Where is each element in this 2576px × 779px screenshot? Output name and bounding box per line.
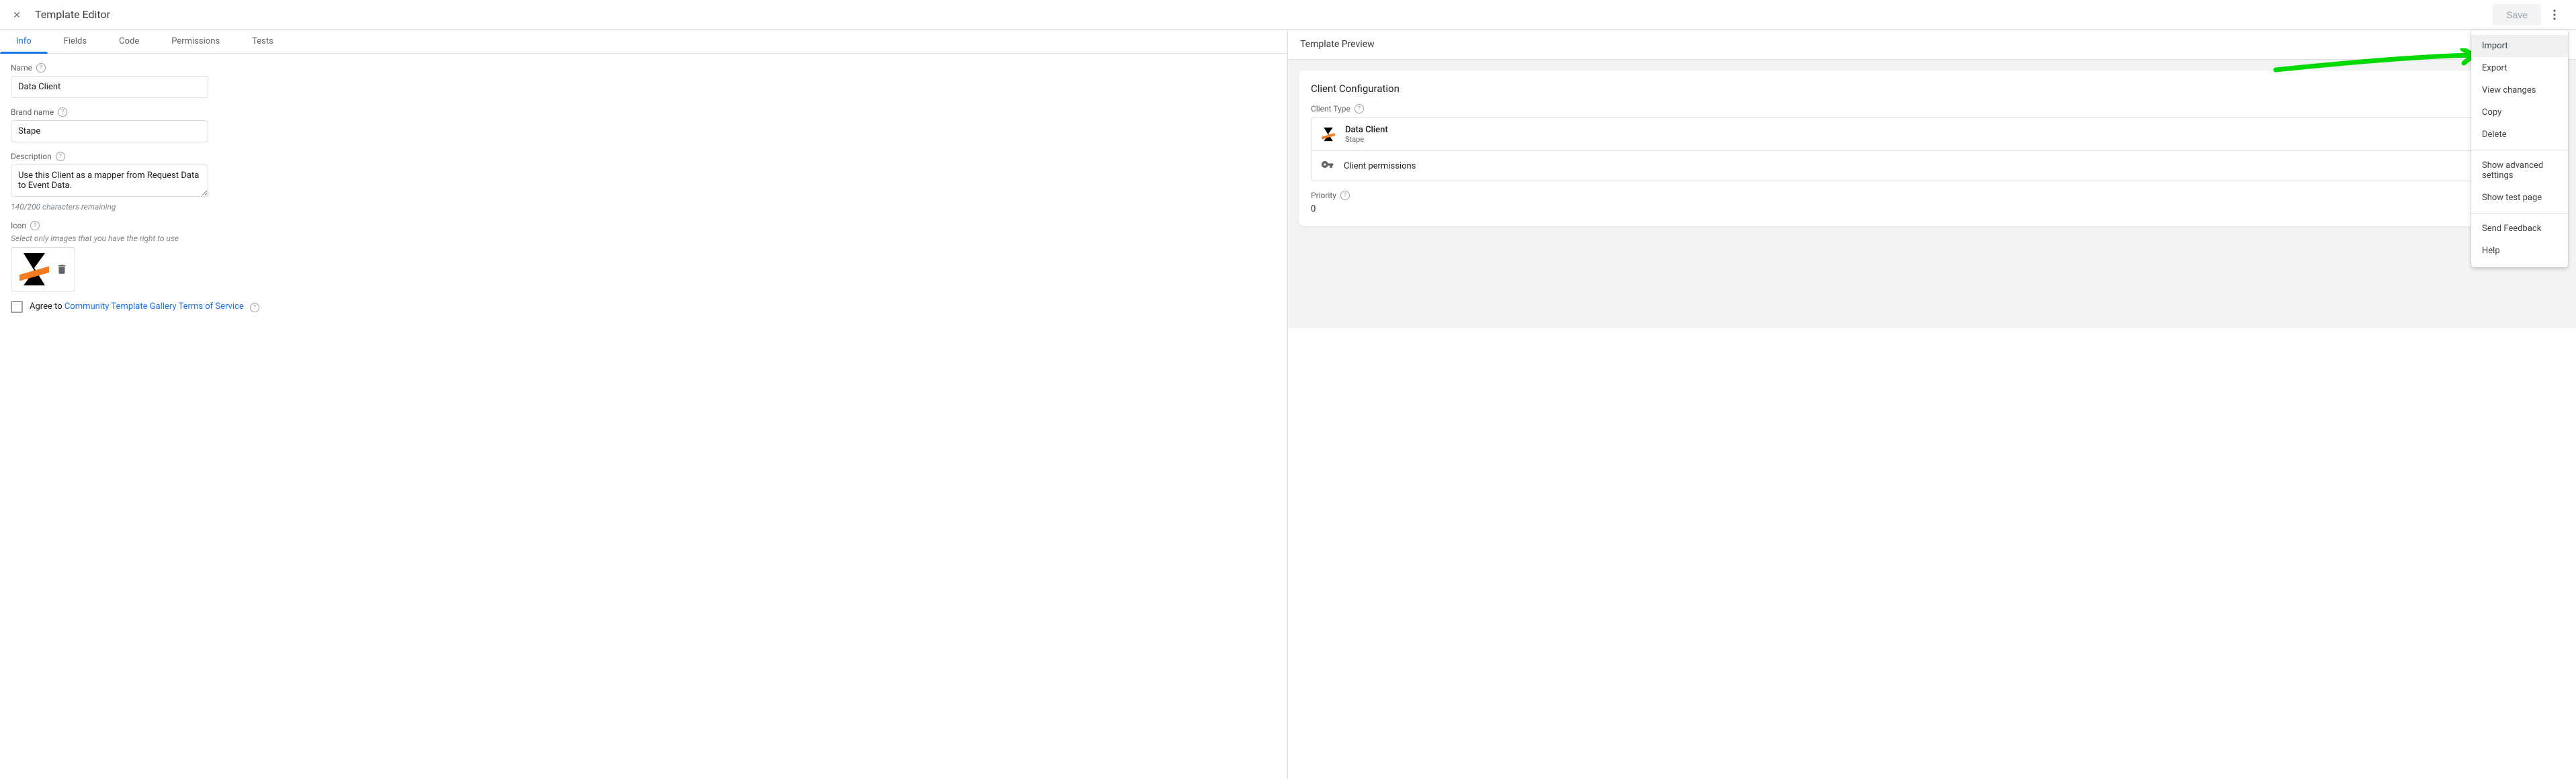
client-name: Data Client [1345,125,1388,135]
client-type-row[interactable]: Data Client Stape [1312,118,2552,150]
main-split: Info Fields Code Permissions Tests Name … [0,30,2576,779]
info-form: Name ? Brand name ? Description ? [0,54,1287,322]
tab-fields[interactable]: Fields [48,30,103,53]
key-icon [1321,158,1334,174]
template-icon [1321,127,1336,142]
menu-test-page[interactable]: Show test page [2471,187,2568,209]
client-brand: Stape [1345,135,1388,144]
save-button[interactable]: Save [2493,4,2541,26]
description-label: Description [11,152,52,161]
preview-card: Client Configuration Client Type ? [1299,71,2565,226]
tab-code[interactable]: Code [103,30,155,53]
preview-header: Template Preview [1288,30,2576,60]
brand-input[interactable] [11,120,208,142]
client-permissions-label: Client permissions [1344,161,1416,171]
help-icon[interactable]: ? [36,63,46,73]
menu-export[interactable]: Export [2471,57,2568,79]
menu-advanced-settings[interactable]: Show advanced settings [2471,154,2568,187]
editor-pane: Info Fields Code Permissions Tests Name … [0,30,1288,779]
client-type-label: Client Type ? [1311,104,2553,113]
tab-tests[interactable]: Tests [236,30,290,53]
agree-row: Agree to Community Template Gallery Term… [11,301,1277,313]
close-icon[interactable] [11,9,23,21]
card-title: Client Configuration [1311,83,2553,95]
page-title: Template Editor [35,8,110,21]
description-field: Description ? 140/200 characters remaini… [11,152,208,212]
brand-label: Brand name [11,107,54,117]
agree-checkbox[interactable] [11,301,23,313]
help-icon[interactable]: ? [30,221,40,230]
top-bar-right: Save [2493,4,2565,26]
menu-separator [2471,213,2568,214]
menu-help[interactable]: Help [2471,240,2568,262]
tabs: Info Fields Code Permissions Tests [0,30,1287,54]
preview-pane: Template Preview Client Configuration Cl… [1288,30,2576,779]
more-menu-button[interactable] [2544,4,2565,26]
icon-preview-box [11,247,75,291]
client-type-box: Data Client Stape Client permissions [1311,118,2553,181]
priority-value: 0 [1311,204,2553,214]
menu-import[interactable]: Import [2471,35,2568,57]
client-permissions-row[interactable]: Client permissions [1312,150,2552,181]
preview-body: Client Configuration Client Type ? [1288,60,2576,328]
help-icon[interactable]: ? [1355,104,1364,113]
menu-view-changes[interactable]: View changes [2471,79,2568,101]
description-input[interactable] [11,165,208,197]
icon-helper: Select only images that you have the rig… [11,234,208,243]
chars-remaining: 140/200 characters remaining [11,202,208,212]
tos-link[interactable]: Community Template Gallery Terms of Serv… [65,302,244,312]
more-menu: Import Export View changes Copy Delete S… [2471,30,2568,267]
brand-field: Brand name ? [11,107,208,142]
priority-label: Priority ? [1311,191,2553,200]
menu-feedback[interactable]: Send Feedback [2471,218,2568,240]
help-icon[interactable]: ? [58,107,67,117]
icon-label: Icon [11,221,26,230]
name-input[interactable] [11,76,208,98]
menu-copy[interactable]: Copy [2471,101,2568,124]
menu-delete[interactable]: Delete [2471,124,2568,146]
delete-icon-button[interactable] [56,263,68,275]
help-icon[interactable]: ? [56,152,65,161]
icon-field: Icon ? Select only images that you have … [11,221,208,291]
top-bar: Template Editor Save [0,0,2576,30]
help-icon[interactable]: ? [250,303,259,312]
template-icon [18,250,50,288]
name-label: Name [11,63,32,73]
help-icon[interactable]: ? [1340,191,1350,200]
name-field: Name ? [11,63,208,98]
agree-text: Agree to Community Template Gallery Term… [30,302,259,312]
top-bar-left: Template Editor [11,8,110,21]
tab-permissions[interactable]: Permissions [155,30,236,53]
tab-info[interactable]: Info [0,30,48,53]
